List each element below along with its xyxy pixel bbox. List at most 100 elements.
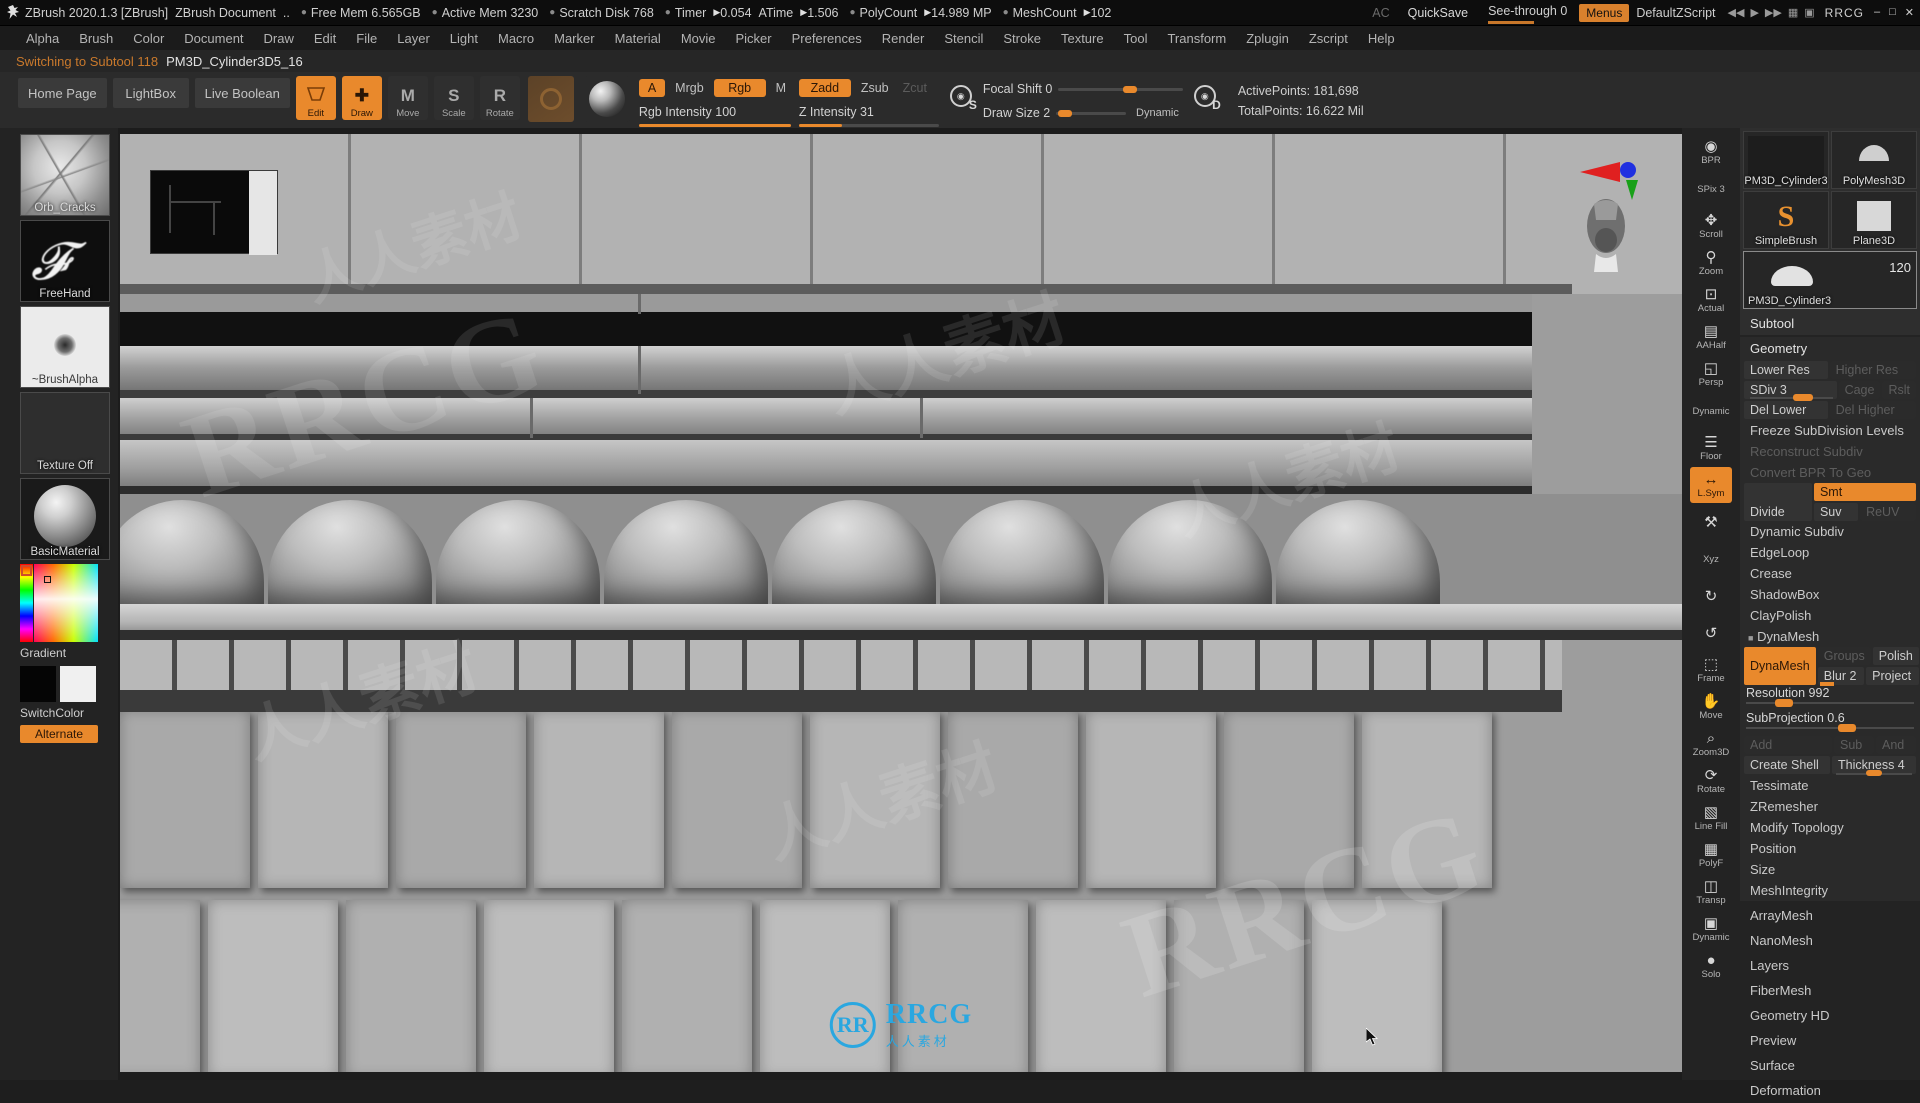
primary-color-swatch[interactable] xyxy=(20,666,56,702)
menu-item-brush[interactable]: Brush xyxy=(69,29,123,48)
create-shell-button[interactable]: Create Shell xyxy=(1744,756,1831,774)
forward-icon[interactable]: ▶▶ xyxy=(1765,6,1782,19)
blur-slider[interactable]: Blur 2 xyxy=(1817,667,1865,686)
dynamesh-button[interactable]: DynaMesh xyxy=(1744,647,1816,685)
draw-size-knob[interactable] xyxy=(1058,109,1073,117)
suv-button[interactable]: Suv xyxy=(1813,503,1859,521)
lightbox-button[interactable]: LightBox xyxy=(112,78,189,108)
palette-section-fibermesh[interactable]: FiberMesh xyxy=(1740,978,1920,1003)
current-alpha-swatch[interactable] xyxy=(527,76,574,122)
edgeloop-button[interactable]: EdgeLoop xyxy=(1740,542,1920,563)
dynamesh-section-header[interactable]: ■ DynaMesh xyxy=(1740,626,1920,647)
strip-button-persp[interactable]: ◱ Persp xyxy=(1690,356,1732,392)
palette-section-layers[interactable]: Layers xyxy=(1740,953,1920,978)
z-intensity-slider[interactable] xyxy=(798,123,939,127)
stroke-slot[interactable]: 𝓕 FreeHand xyxy=(20,220,110,302)
menu-item-render[interactable]: Render xyxy=(872,29,935,48)
strip-button-zoom3d[interactable]: ⌕ Zoom3D xyxy=(1690,726,1732,762)
menu-item-preferences[interactable]: Preferences xyxy=(782,29,872,48)
and-button[interactable]: And xyxy=(1876,736,1916,754)
alpha-toggle-button[interactable]: A xyxy=(638,78,666,97)
window-icon[interactable]: ▣ xyxy=(1804,6,1814,19)
maximize-button[interactable]: □ xyxy=(1889,6,1896,19)
alpha-slot[interactable]: ~BrushAlpha xyxy=(20,306,110,388)
menu-item-alpha[interactable]: Alpha xyxy=(16,29,69,48)
strip-button-scroll[interactable]: ✥ Scroll xyxy=(1690,208,1732,244)
titlebar-icon-group[interactable]: ◀◀ ▶ ▶▶ ▦ ▣ xyxy=(1728,6,1815,19)
menu-item-material[interactable]: Material xyxy=(605,29,671,48)
draw-mode-button[interactable]: ✚ Draw xyxy=(341,76,382,120)
menu-item-edit[interactable]: Edit xyxy=(304,29,346,48)
palette-section-geometry-hd[interactable]: Geometry HD xyxy=(1740,1003,1920,1028)
palette-section-deformation[interactable]: Deformation xyxy=(1740,1078,1920,1103)
strip-button-xyz[interactable]: Xyz xyxy=(1690,541,1732,577)
sub-button[interactable]: Sub xyxy=(1834,736,1874,754)
strip-button-aahalf[interactable]: ▤ AAHalf xyxy=(1690,319,1732,355)
move-mode-button[interactable]: M Move xyxy=(387,76,428,120)
zsub-button[interactable]: Zsub xyxy=(857,79,893,97)
strip-button-floor[interactable]: ☰ Floor xyxy=(1690,430,1732,466)
brush-thumbnail[interactable]: Orb_Cracks xyxy=(20,134,110,216)
rgb-button[interactable]: Rgb xyxy=(713,78,766,97)
rewind-icon[interactable]: ◀◀ xyxy=(1728,6,1745,19)
draw-size-slider[interactable] xyxy=(1056,109,1127,117)
menu-item-zscript[interactable]: Zscript xyxy=(1299,29,1358,48)
focal-shift-dial[interactable]: ◉ S xyxy=(944,74,978,118)
strip-button-icon-13[interactable]: ↺ xyxy=(1690,615,1732,651)
tool-plane3d[interactable]: Plane3D xyxy=(1831,191,1917,249)
stencil-preview[interactable] xyxy=(150,170,278,255)
strip-button-rotate[interactable]: ⟳ Rotate xyxy=(1690,763,1732,799)
texture-slot[interactable]: Texture Off xyxy=(20,392,110,474)
tool-pm3d-cylinder-a[interactable]: PM3D_Cylinder3 xyxy=(1743,131,1829,189)
menu-item-help[interactable]: Help xyxy=(1358,29,1405,48)
tool-polymesh3d[interactable]: PolyMesh3D xyxy=(1831,131,1917,189)
meshintegrity-button[interactable]: MeshIntegrity xyxy=(1740,880,1920,901)
material-slot[interactable]: BasicMaterial xyxy=(20,478,110,560)
current-material-swatch[interactable] xyxy=(583,76,630,122)
thickness-knob[interactable] xyxy=(1866,770,1883,776)
hue-marker[interactable] xyxy=(21,565,32,576)
focal-shift-row[interactable]: Focal Shift 0 xyxy=(983,77,1183,101)
material-thumbnail[interactable]: BasicMaterial xyxy=(20,478,110,560)
minimize-button[interactable]: – xyxy=(1874,6,1880,19)
polish-button[interactable]: Polish xyxy=(1872,647,1919,665)
strip-button-spix-3[interactable]: SPix 3 xyxy=(1690,171,1732,207)
lower-res-button[interactable]: Lower Res xyxy=(1744,361,1828,379)
tessimate-button[interactable]: Tessimate xyxy=(1740,775,1920,796)
zadd-button[interactable]: Zadd xyxy=(798,78,851,97)
menu-item-draw[interactable]: Draw xyxy=(254,29,304,48)
divide-button[interactable]: Divide xyxy=(1744,483,1812,521)
strip-button-icon-12[interactable]: ↻ xyxy=(1690,578,1732,614)
alpha-thumbnail[interactable]: ~BrushAlpha xyxy=(20,306,110,388)
alternate-button[interactable]: Alternate xyxy=(20,725,98,743)
menu-item-file[interactable]: File xyxy=(346,29,387,48)
menu-item-stroke[interactable]: Stroke xyxy=(993,29,1051,48)
resolution-knob[interactable] xyxy=(1774,699,1793,707)
strip-button-bpr[interactable]: ◉ BPR xyxy=(1690,134,1732,170)
size-button[interactable]: Size xyxy=(1740,859,1920,880)
menu-item-movie[interactable]: Movie xyxy=(671,29,726,48)
subtool-section-header[interactable]: Subtool xyxy=(1740,312,1920,335)
focal-shift-slider[interactable] xyxy=(1058,85,1183,93)
play-icon[interactable]: ▶ xyxy=(1750,6,1758,19)
palette-section-arraymesh[interactable]: ArrayMesh xyxy=(1740,903,1920,928)
project-button[interactable]: Project xyxy=(1866,667,1919,685)
window-controls[interactable]: – □ ✕ xyxy=(1874,6,1914,19)
shadowbox-button[interactable]: ShadowBox xyxy=(1740,584,1920,605)
menu-item-marker[interactable]: Marker xyxy=(544,29,604,48)
secondary-color-swatch[interactable] xyxy=(60,666,96,702)
focal-shift-knob[interactable] xyxy=(1123,85,1138,93)
strip-button-move[interactable]: ✋ Move xyxy=(1690,689,1732,725)
menu-item-zplugin[interactable]: Zplugin xyxy=(1236,29,1299,48)
resolution-slider[interactable]: Resolution 992 xyxy=(1740,685,1920,710)
m-button[interactable]: M xyxy=(772,79,790,97)
live-boolean-button[interactable]: Live Boolean xyxy=(194,78,290,108)
dynamic-label[interactable]: Dynamic xyxy=(1132,105,1183,121)
menu-item-layer[interactable]: Layer xyxy=(387,29,440,48)
strip-button-frame[interactable]: ⬚ Frame xyxy=(1690,652,1732,688)
menu-item-light[interactable]: Light xyxy=(440,29,488,48)
strip-button-dynamic[interactable]: Dynamic xyxy=(1690,393,1732,429)
menu-item-color[interactable]: Color xyxy=(123,29,174,48)
color-marker[interactable] xyxy=(44,576,51,583)
grid-icon[interactable]: ▦ xyxy=(1788,6,1798,19)
